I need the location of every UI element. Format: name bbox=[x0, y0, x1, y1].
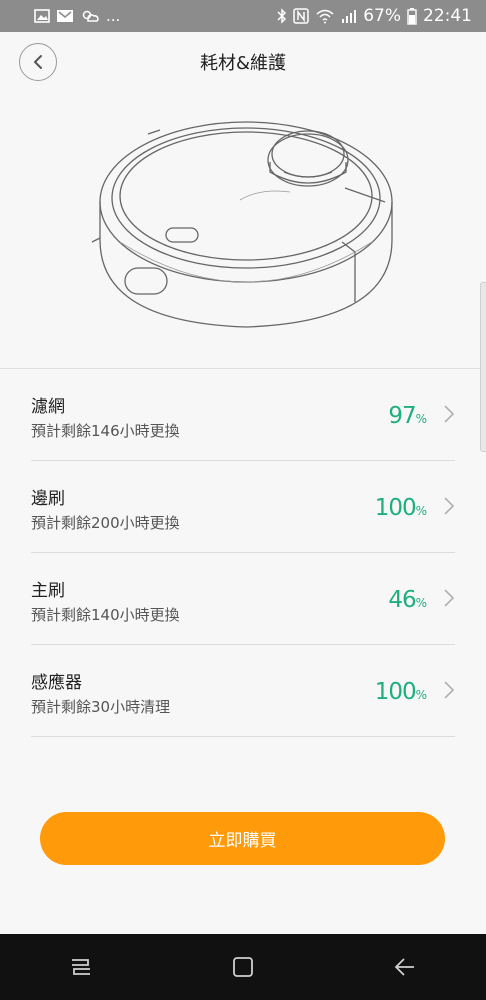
percent-value: 100 bbox=[374, 679, 417, 705]
item-name: 主刷 bbox=[31, 581, 65, 601]
back-arrow-icon bbox=[394, 958, 414, 976]
chevron-right-icon bbox=[444, 497, 455, 515]
status-left: ... bbox=[34, 7, 120, 25]
list-item-side-brush[interactable]: 邊刷 預計剩餘200小時更換 100% bbox=[31, 461, 455, 553]
list-item-sensor[interactable]: 感應器 預計剩餘30小時清理 100% bbox=[31, 645, 455, 737]
weather-icon bbox=[82, 10, 99, 22]
item-desc: 預計剩餘140小時更換 bbox=[31, 606, 180, 624]
percent-sign: % bbox=[415, 596, 427, 610]
header: 耗材&維護 bbox=[0, 32, 486, 92]
system-nav-bar bbox=[0, 934, 486, 1000]
item-desc: 預計剩餘146小時更換 bbox=[31, 422, 180, 440]
battery-percent: 67% bbox=[363, 6, 401, 26]
home-button[interactable] bbox=[223, 947, 263, 987]
item-name: 感應器 bbox=[31, 673, 82, 693]
page-title: 耗材&維護 bbox=[199, 53, 287, 74]
robot-vacuum-image bbox=[91, 121, 393, 328]
nfc-icon bbox=[293, 8, 309, 24]
chevron-right-icon bbox=[444, 405, 455, 423]
status-more: ... bbox=[106, 7, 121, 25]
percent-sign: % bbox=[415, 412, 427, 426]
recent-apps-icon bbox=[72, 959, 90, 975]
percent-sign: % bbox=[415, 688, 427, 702]
mail-icon bbox=[57, 10, 73, 22]
back-nav-button[interactable] bbox=[385, 947, 425, 987]
home-icon bbox=[233, 957, 253, 977]
chevron-right-icon bbox=[444, 681, 455, 699]
chevron-left-icon bbox=[34, 55, 42, 69]
back-button[interactable] bbox=[19, 43, 57, 81]
gallery-icon bbox=[34, 9, 50, 23]
robot-illustration bbox=[0, 92, 486, 368]
item-percent: 100% bbox=[375, 495, 427, 521]
list-item-filter[interactable]: 濾網 預計剩餘146小時更換 97% bbox=[31, 369, 455, 461]
wifi-icon bbox=[316, 9, 334, 24]
list-item-main-brush[interactable]: 主刷 預計剩餘140小時更換 46% bbox=[31, 553, 455, 645]
item-name: 濾網 bbox=[31, 397, 65, 417]
status-bar: ... 67% 22:41 bbox=[0, 0, 486, 32]
percent-sign: % bbox=[415, 504, 427, 518]
edge-panel-handle[interactable] bbox=[480, 282, 486, 452]
clock: 22:41 bbox=[423, 6, 472, 26]
item-percent: 97% bbox=[388, 403, 427, 429]
item-percent: 100% bbox=[375, 679, 427, 705]
item-desc: 預計剩餘30小時清理 bbox=[31, 698, 171, 716]
status-right: 67% 22:41 bbox=[277, 6, 472, 26]
battery-icon bbox=[407, 7, 417, 25]
item-percent: 46% bbox=[388, 587, 427, 613]
item-name: 邊刷 bbox=[31, 489, 65, 509]
item-desc: 預計剩餘200小時更換 bbox=[31, 514, 180, 532]
buy-now-button[interactable]: 立即購買 bbox=[40, 812, 445, 865]
recent-apps-button[interactable] bbox=[61, 947, 101, 987]
percent-value: 97 bbox=[388, 403, 416, 429]
bluetooth-icon bbox=[277, 8, 287, 24]
chevron-right-icon bbox=[444, 589, 455, 607]
consumables-list: 濾網 預計剩餘146小時更換 97% 邊刷 預計剩餘200小時更換 100% 主… bbox=[31, 369, 455, 737]
percent-value: 46 bbox=[388, 587, 416, 613]
percent-value: 100 bbox=[374, 495, 417, 521]
signal-icon bbox=[342, 10, 357, 23]
